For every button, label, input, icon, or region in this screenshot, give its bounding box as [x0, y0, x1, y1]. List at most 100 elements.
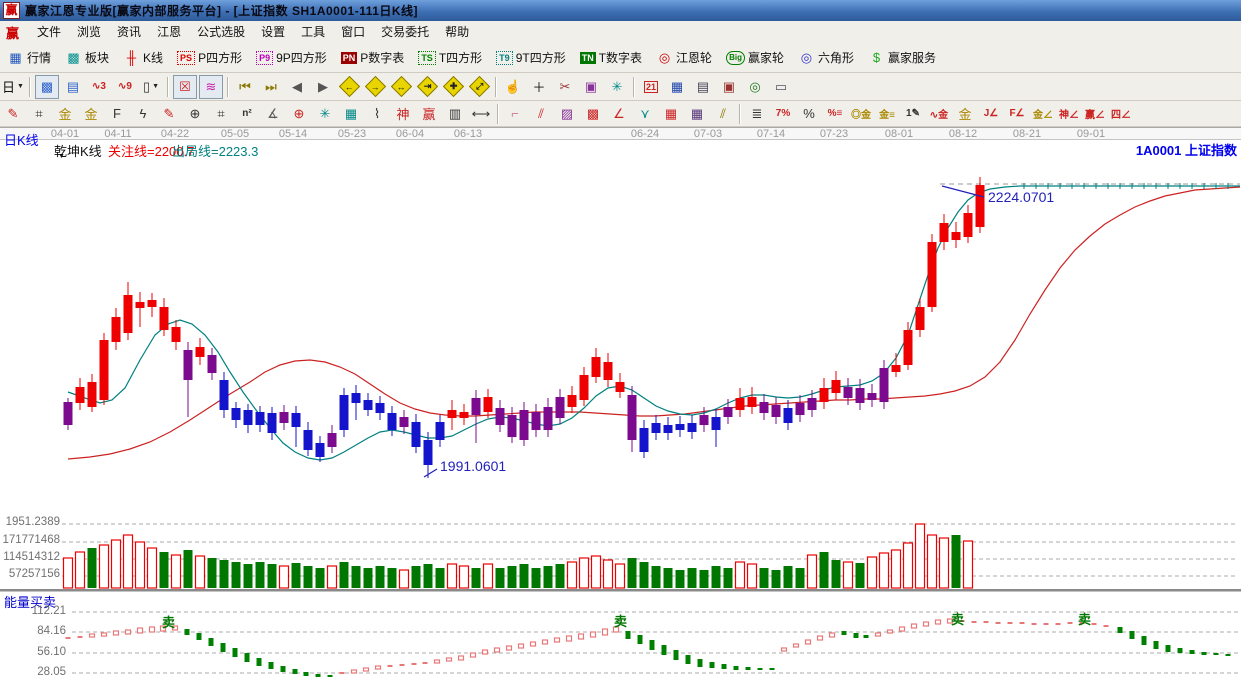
gann-fan-button[interactable]: ⫽: [529, 102, 553, 126]
wave-gold-icon: ∿金: [930, 106, 948, 121]
toolbar-winner-service-button[interactable]: $赢家服务: [862, 45, 942, 71]
stats-button[interactable]: ≣: [745, 102, 769, 126]
fan-box-2-button[interactable]: ▩: [581, 102, 605, 126]
wave-3-button[interactable]: ∿3: [87, 75, 111, 99]
toolbar-hexagon-button[interactable]: ◎六角形: [792, 45, 860, 71]
analysis-web-button[interactable]: ✳: [605, 75, 629, 99]
parallel-lines-button[interactable]: ⫽: [711, 102, 735, 126]
quote-panel-button[interactable]: ▤: [61, 75, 85, 99]
gold-angle-button[interactable]: 金: [953, 102, 977, 126]
kline-chart-canvas[interactable]: [0, 140, 1241, 679]
toolbar-gann-wheel-button[interactable]: ◎江恩轮: [650, 45, 718, 71]
ying-angle-button[interactable]: 赢∠: [1083, 102, 1107, 126]
pc-tools-icon: ▭: [775, 79, 787, 95]
web-grid-button[interactable]: ▦: [339, 102, 363, 126]
web-tools-button[interactable]: ◎: [743, 75, 767, 99]
menu-工具[interactable]: 工具: [293, 23, 333, 41]
menu-江恩[interactable]: 江恩: [149, 23, 189, 41]
zoom-horizontal-button[interactable]: ↔: [389, 75, 413, 99]
shen-ruler-button[interactable]: 神: [391, 102, 415, 126]
menu-文件[interactable]: 文件: [29, 23, 69, 41]
square-of-nine-button[interactable]: n²: [235, 102, 259, 126]
menu-窗口[interactable]: 窗口: [333, 23, 373, 41]
toolbar-p-square-button[interactable]: PSP四方形: [171, 45, 248, 71]
first-bar-button[interactable]: ⏮: [233, 75, 257, 99]
percent-lines-button[interactable]: %≡: [823, 102, 847, 126]
percent-button[interactable]: %: [797, 102, 821, 126]
gold-circle-button[interactable]: ◎金: [849, 102, 873, 126]
toolbar-9t-square-button[interactable]: T99T四方形: [490, 45, 572, 71]
notes-button[interactable]: ▤: [691, 75, 715, 99]
wave-9-button[interactable]: ∿9: [113, 75, 137, 99]
percent-7-button[interactable]: 7%: [771, 102, 795, 126]
gann-grid-2-button[interactable]: ▦: [685, 102, 709, 126]
toolbar-t-square-button[interactable]: TST四方形: [412, 45, 488, 71]
gold-line-a-button[interactable]: 金: [53, 102, 77, 126]
toolbar-t-number-table-button[interactable]: TNT数字表: [574, 45, 648, 71]
angle-tool-button[interactable]: ∡: [261, 102, 285, 126]
menu-帮助[interactable]: 帮助: [437, 23, 477, 41]
spider-web-button[interactable]: ✳: [313, 102, 337, 126]
toolbar-kline-button[interactable]: ╫K线: [117, 45, 169, 71]
calendar-button[interactable]: 21: [639, 75, 663, 99]
f-angle-button[interactable]: F∠: [1005, 102, 1029, 126]
stamp-tool-button[interactable]: ▣: [579, 75, 603, 99]
kline-type-dropdown-icon[interactable]: ▼: [58, 153, 65, 160]
gann-grid-button[interactable]: ▦: [659, 102, 683, 126]
gold-sections-button[interactable]: 金≡: [875, 102, 899, 126]
toolbar-winner-wheel-button[interactable]: Big赢家轮: [720, 45, 790, 71]
ying-ruler-button[interactable]: 赢: [417, 102, 441, 126]
pattern-box-button[interactable]: ☒: [173, 75, 197, 99]
toolbar-quote-board-button[interactable]: ▦行情: [1, 45, 57, 71]
crosshair-button[interactable]: ＋: [527, 75, 551, 99]
wave-gold-button[interactable]: ∿金: [927, 102, 951, 126]
fibonacci-tool-button[interactable]: F: [105, 102, 129, 126]
gold-angle-2-button[interactable]: 金∠: [1031, 102, 1055, 126]
spiral-tool-button[interactable]: ϟ: [131, 102, 155, 126]
toolbar-p-number-table-button[interactable]: PNP数字表: [335, 45, 411, 71]
pencil-button[interactable]: ✎: [1, 102, 25, 126]
fan-box-button[interactable]: ▨: [555, 102, 579, 126]
menu-设置[interactable]: 设置: [253, 23, 293, 41]
menu-交易委托[interactable]: 交易委托: [373, 23, 437, 41]
shift-left-button[interactable]: ←: [337, 75, 361, 99]
menu-资讯[interactable]: 资讯: [109, 23, 149, 41]
multi-window-button[interactable]: ▩: [35, 75, 59, 99]
j-angle-button[interactable]: J∠: [979, 102, 1003, 126]
pc-tools-button[interactable]: ▭: [769, 75, 793, 99]
toolbar-9p-square-button[interactable]: P99P四方形: [250, 45, 333, 71]
menu-公式选股[interactable]: 公式选股: [189, 23, 253, 41]
compress-bars-button[interactable]: ⇥: [415, 75, 439, 99]
gold-line-b-button[interactable]: 金: [79, 102, 103, 126]
shen-angle-button[interactable]: 神∠: [1057, 102, 1081, 126]
ruler-123-button[interactable]: ▥: [443, 102, 467, 126]
calculator-button[interactable]: ▦: [665, 75, 689, 99]
gann-circle-button[interactable]: ⊕: [287, 102, 311, 126]
save-button[interactable]: ▣: [717, 75, 741, 99]
four-angle-button[interactable]: 四∠: [1109, 102, 1133, 126]
grid-2-button[interactable]: ⌗: [209, 102, 233, 126]
period-selector-button[interactable]: 日▼: [1, 75, 25, 99]
cut-tool-button[interactable]: ✂: [553, 75, 577, 99]
grid-lines-button[interactable]: ⌗: [27, 102, 51, 126]
menu-浏览[interactable]: 浏览: [69, 23, 109, 41]
volume-profile-button[interactable]: ≋: [199, 75, 223, 99]
box-tool-button[interactable]: ⌐: [503, 102, 527, 126]
expand-bars-button[interactable]: ✚: [441, 75, 465, 99]
candle-style-button[interactable]: ▯▼: [139, 75, 163, 99]
circle-clock-button[interactable]: ⊕: [183, 102, 207, 126]
pitchfork-button[interactable]: ⋎: [633, 102, 657, 126]
pen-1-button[interactable]: 1✎: [901, 102, 925, 126]
pencil-2-button[interactable]: ✎: [157, 102, 181, 126]
shift-right-button[interactable]: →: [363, 75, 387, 99]
angle-fan-button[interactable]: ∠: [607, 102, 631, 126]
width-measure-button[interactable]: ⟷: [469, 102, 493, 126]
toolbar-sector-button[interactable]: ▩板块: [59, 45, 115, 71]
period-label[interactable]: 日K线: [4, 130, 39, 149]
wave-ruler-button[interactable]: ⌇: [365, 102, 389, 126]
pan-hand-button[interactable]: ☝: [501, 75, 525, 99]
zoom-all-button[interactable]: ⤢: [467, 75, 491, 99]
last-bar-button[interactable]: ⏭: [259, 75, 283, 99]
next-bar-button[interactable]: ▶: [311, 75, 335, 99]
prev-bar-button[interactable]: ◀: [285, 75, 309, 99]
